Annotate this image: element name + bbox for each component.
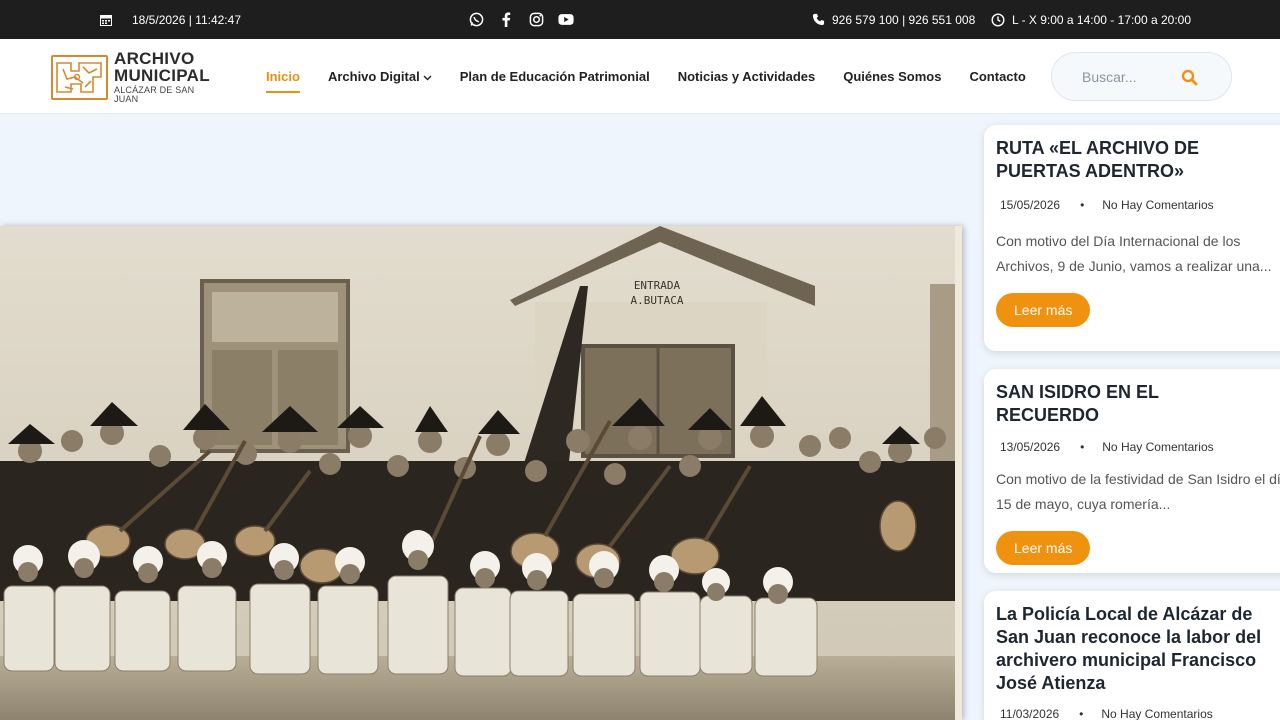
top-bar: 18/5/2026 | 11:42:47 926 579 100 | 926 5… [0,0,1280,39]
meta-separator: • [1080,440,1085,454]
logo-text: ARCHIVO MUNICIPAL ALCÁZAR DE SAN JUAN [114,50,221,104]
instagram-icon[interactable] [528,12,544,28]
datetime-text: 18/5/2026 | 11:42:47 [132,12,241,27]
nav-item-inicio[interactable]: Inicio [266,69,300,93]
news-excerpt: Con motivo de la festividad de San Isidr… [996,471,1280,512]
calendar-icon [98,12,114,28]
read-more-button[interactable]: Leer más [996,531,1091,565]
site-header: ARCHIVO MUNICIPAL ALCÁZAR DE SAN JUAN In… [0,39,1280,114]
hero-historic-photo: ENTRADA A.BUTACA [0,226,962,720]
logo-emblem-icon [51,54,108,100]
site-logo[interactable]: ARCHIVO MUNICIPAL ALCÁZAR DE SAN JUAN [51,50,221,104]
main-nav: Inicio Archivo Digital Plan de Educación… [266,39,1054,114]
phone-numbers[interactable]: 926 579 100 | 926 551 008 [832,13,975,27]
logo-line-city: ALCÁZAR DE SAN JUAN [114,85,195,104]
news-comments[interactable]: No Hay Comentarios [1101,707,1212,720]
meta-separator: • [1079,707,1084,720]
news-title[interactable]: La Policía Local de Alcázar de San Juan … [996,603,1280,695]
news-meta: 11/03/2026 • No Hay Comentarios [996,707,1280,720]
news-comments[interactable]: No Hay Comentarios [1102,440,1213,454]
clock-icon [990,12,1006,28]
facebook-icon[interactable] [498,12,514,28]
phone-icon [810,12,826,28]
hero-sign-line1: ENTRADA [634,279,681,292]
news-comments[interactable]: No Hay Comentarios [1102,198,1213,212]
meta-separator: • [1080,198,1085,212]
whatsapp-icon[interactable] [468,12,484,28]
search-icon[interactable] [1179,67,1199,87]
hours-block: L - X 9:00 a 14:00 - 17:00 a 20:00 [990,0,1191,39]
datetime-block: 18/5/2026 | 11:42:47 [98,0,241,39]
nav-item-quienes-somos[interactable]: Quiénes Somos [843,69,941,84]
search-input[interactable] [1082,68,1177,85]
nav-item-noticias[interactable]: Noticias y Actividades [678,69,816,84]
search-box [1051,52,1232,101]
news-meta: 13/05/2026 • No Hay Comentarios [996,440,1280,454]
nav-item-archivo-digital[interactable]: Archivo Digital [328,69,432,84]
logo-line-municipal: MUNICIPAL [114,66,210,85]
news-date: 11/03/2026 [1000,707,1060,720]
youtube-icon[interactable] [558,12,574,28]
nav-item-plan-educacion[interactable]: Plan de Educación Patrimonial [460,69,650,84]
news-card-1: RUTA «EL ARCHIVO DE PUERTAS ADENTRO» 15/… [984,125,1280,351]
news-title[interactable]: SAN ISIDRO EN EL RECUERDO [996,381,1280,427]
news-excerpt: Con motivo del Día Internacional de los … [996,233,1272,274]
logo-line-archivo: ARCHIVO [114,49,195,68]
read-more-button[interactable]: Leer más [996,293,1091,327]
hero-sign-line2: A.BUTACA [631,294,684,307]
opening-hours: L - X 9:00 a 14:00 - 17:00 a 20:00 [1012,12,1192,27]
news-title[interactable]: RUTA «EL ARCHIVO DE PUERTAS ADENTRO» [996,137,1280,183]
news-date: 15/05/2026 [1000,198,1061,212]
nav-item-contacto[interactable]: Contacto [969,69,1025,84]
phone-block: 926 579 100 | 926 551 008 [810,0,975,39]
news-card-3: La Policía Local de Alcázar de San Juan … [984,591,1280,720]
chevron-down-icon [423,69,432,84]
social-links [468,0,574,39]
news-meta: 15/05/2026 • No Hay Comentarios [996,198,1280,212]
news-card-2: SAN ISIDRO EN EL RECUERDO 13/05/2026 • N… [984,369,1280,573]
news-date: 13/05/2026 [1000,440,1061,454]
